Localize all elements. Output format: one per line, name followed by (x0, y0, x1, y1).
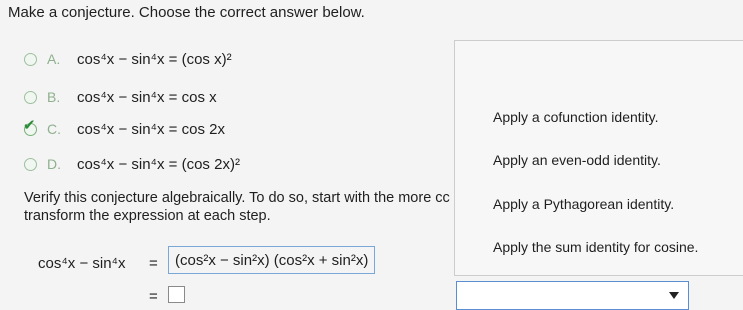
dropdown-arrow-icon[interactable] (669, 292, 679, 299)
step-1-expression: (cos²x − sin²x) (cos²x + sin²x) (175, 251, 369, 269)
checkmark-icon: ✔ (23, 116, 36, 134)
menu-item-even-odd[interactable]: Apply an even-odd identity. (493, 152, 661, 168)
radio-button[interactable] (24, 90, 37, 104)
option-expression: cos⁴x − sin⁴x = cos 2x (77, 120, 225, 138)
option-a[interactable]: A. cos⁴x − sin⁴x = (cos x)² (24, 46, 232, 72)
option-expression: cos⁴x − sin⁴x = cos x (77, 88, 217, 106)
menu-item-cofunction[interactable]: Apply a cofunction identity. (493, 109, 659, 125)
verify-line-2: transform the expression at each step. (24, 208, 271, 224)
option-d[interactable]: D. cos⁴x − sin⁴x = (cos 2x)² (24, 151, 240, 177)
option-b[interactable]: B. cos⁴x − sin⁴x = cos x (24, 84, 217, 110)
option-letter: C. (47, 121, 61, 137)
question-prompt: Make a conjecture. Choose the correct an… (8, 4, 365, 21)
radio-button[interactable]: ✔ (23, 118, 37, 136)
option-c[interactable]: ✔ C. cos⁴x − sin⁴x = cos 2x (23, 116, 225, 142)
verify-instructions: Verify this conjecture algebraically. To… (24, 189, 454, 225)
step-1-answer-box[interactable]: (cos²x − sin²x) (cos²x + sin²x) (168, 246, 376, 274)
equals-sign: = (149, 288, 158, 305)
justification-menu: Apply a cofunction identity. Apply an ev… (454, 40, 743, 276)
menu-item-sum-identity[interactable]: Apply the sum identity for cosine. (493, 239, 698, 255)
step-2-answer-box[interactable] (168, 286, 185, 303)
equals-sign: = (149, 255, 158, 272)
option-letter: D. (47, 156, 61, 172)
option-expression: cos⁴x − sin⁴x = (cos 2x)² (77, 155, 240, 173)
work-left-side: cos⁴x − sin⁴x (38, 255, 126, 272)
radio-button[interactable] (24, 52, 37, 66)
verify-line-1: Verify this conjecture algebraically. To… (24, 190, 450, 206)
justification-dropdown[interactable] (456, 281, 689, 310)
option-letter: B. (47, 89, 61, 105)
option-expression: cos⁴x − sin⁴x = (cos x)² (77, 50, 232, 68)
radio-button[interactable] (24, 157, 37, 171)
menu-item-pythagorean[interactable]: Apply a Pythagorean identity. (493, 196, 674, 212)
option-letter: A. (47, 51, 61, 67)
